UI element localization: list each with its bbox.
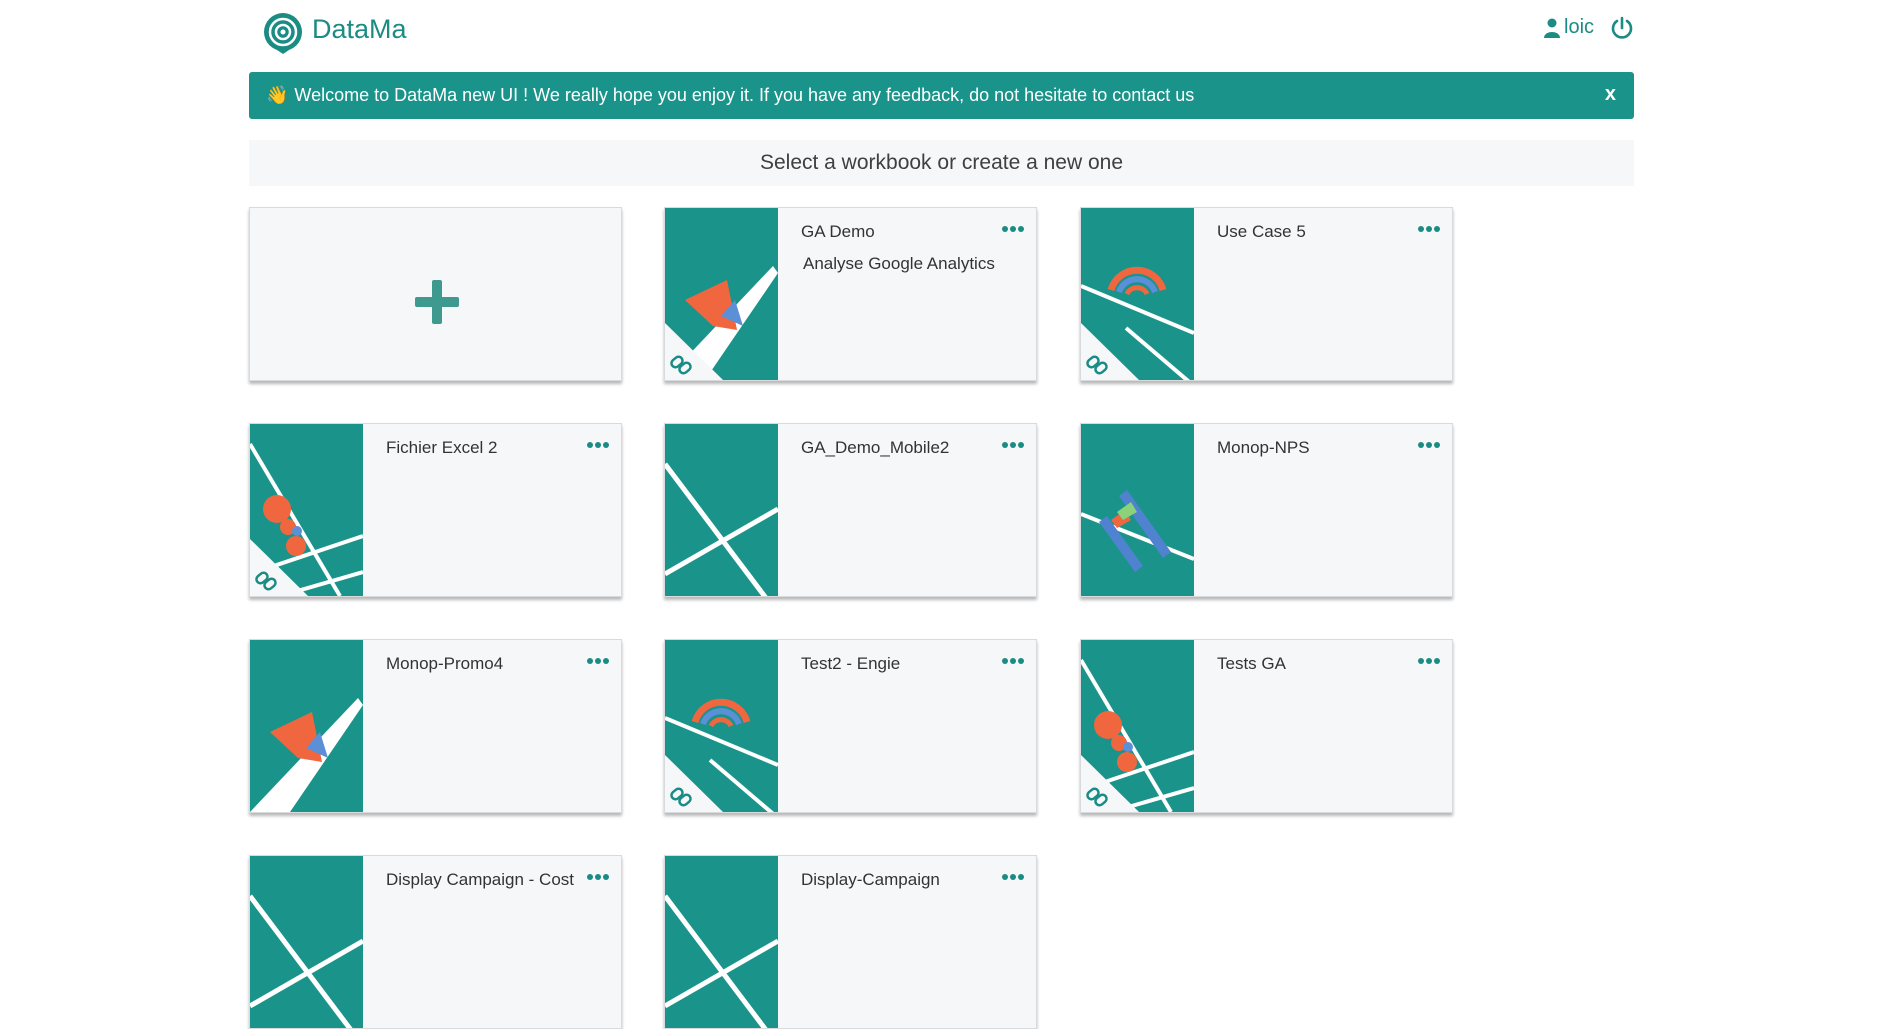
bars-icon: [1081, 424, 1194, 596]
workbook-title: Monop-NPS: [1217, 438, 1310, 457]
welcome-message: Welcome to DataMa new UI ! We really hop…: [294, 85, 1195, 105]
workbook-title: Monop-Promo4: [386, 654, 504, 673]
more-options-icon[interactable]: [1001, 440, 1025, 450]
circles-icon: [1081, 640, 1194, 812]
workbook-card[interactable]: Display Campaign - Cost: [249, 855, 622, 1029]
top-bar: DataMa loic: [0, 0, 1892, 62]
create-workbook-card[interactable]: [249, 207, 622, 381]
workbook-title: GA Demo: [801, 222, 875, 241]
workbook-title: Tests GA: [1217, 654, 1286, 673]
user-menu[interactable]: loic: [1544, 16, 1594, 39]
workbook-title: Fichier Excel 2: [386, 438, 498, 457]
power-icon[interactable]: [1610, 16, 1634, 40]
gauge-icon: [1081, 208, 1194, 380]
more-options-icon[interactable]: [1001, 224, 1025, 234]
workbook-title: Display Campaign - Cost: [386, 870, 575, 889]
funnel-icon: [665, 208, 778, 380]
more-options-icon[interactable]: [1001, 656, 1025, 666]
workbook-description: Analyse Google Analytics: [803, 254, 995, 273]
plus-icon: [415, 280, 459, 324]
workbook-card[interactable]: Display-Campaign: [664, 855, 1037, 1029]
user-icon: [1544, 18, 1560, 38]
more-options-icon[interactable]: [1417, 440, 1441, 450]
more-options-icon[interactable]: [1417, 224, 1441, 234]
instructions-text: Select a workbook or create a new one: [759, 151, 1124, 174]
workbook-card[interactable]: Tests GA: [1080, 639, 1453, 813]
workbook-title: Display-Campaign: [801, 870, 940, 889]
lines-icon: [665, 856, 778, 1028]
workbook-card[interactable]: Monop-Promo4: [249, 639, 622, 813]
funnel-icon: [250, 640, 363, 812]
welcome-banner: 👋 Welcome to DataMa new UI ! We really h…: [249, 72, 1634, 119]
circles-icon: [250, 424, 363, 596]
app-name[interactable]: DataMa: [312, 14, 407, 45]
datama-logo-icon[interactable]: [262, 12, 304, 54]
gauge-icon: [665, 640, 778, 812]
more-options-icon[interactable]: [586, 872, 610, 882]
waving-hand-icon: 👋: [266, 85, 289, 105]
workbook-card[interactable]: GA Demo Analyse Google Analytics: [664, 207, 1037, 381]
workbook-title: Use Case 5: [1217, 222, 1306, 241]
more-options-icon[interactable]: [586, 440, 610, 450]
workbook-card[interactable]: Use Case 5: [1080, 207, 1453, 381]
close-banner-button[interactable]: x: [1605, 83, 1616, 106]
more-options-icon[interactable]: [586, 656, 610, 666]
lines-icon: [665, 424, 778, 596]
workbook-card[interactable]: Test2 - Engie: [664, 639, 1037, 813]
workbook-title: Test2 - Engie: [801, 654, 901, 673]
username: loic: [1564, 16, 1595, 38]
workbook-instructions: Select a workbook or create a new one: [249, 140, 1634, 186]
workbook-title: GA_Demo_Mobile2: [801, 438, 950, 457]
more-options-icon[interactable]: [1001, 872, 1025, 882]
workbook-card[interactable]: GA_Demo_Mobile2: [664, 423, 1037, 597]
more-options-icon[interactable]: [1417, 656, 1441, 666]
lines-icon: [250, 856, 363, 1028]
workbook-card[interactable]: Fichier Excel 2: [249, 423, 622, 597]
workbook-card[interactable]: Monop-NPS: [1080, 423, 1453, 597]
